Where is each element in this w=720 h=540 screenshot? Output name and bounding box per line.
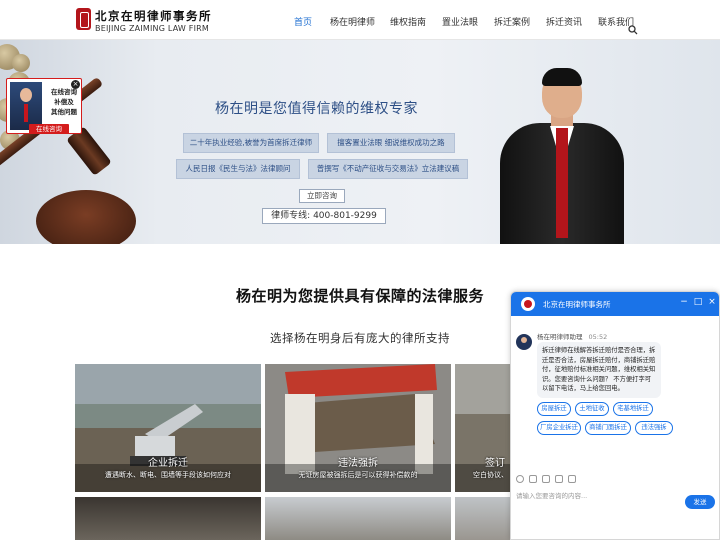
firm-logo-icon (521, 297, 535, 311)
file-icon[interactable] (542, 475, 550, 483)
service-card-illegal-demolition[interactable]: 违法强拆 无证房屋被强拆后是可以获得补偿款的 (265, 364, 451, 492)
nav-item-demolition-news[interactable]: 拆迁资讯 (546, 15, 582, 28)
agent-name: 杨在明律师助理 05:52 (537, 333, 608, 341)
nav-item-rights-guide[interactable]: 维权指南 (390, 15, 426, 28)
hero-title: 杨在明是您值得信赖的维权专家 (215, 101, 418, 117)
nav-item-property-law[interactable]: 置业法眼 (442, 15, 478, 28)
lawyer-portrait (500, 68, 624, 244)
minimize-icon[interactable]: − (679, 297, 689, 307)
service-card-desc: 遭遇断水、断电、围墙等手段该如何应对 (105, 471, 231, 479)
quick-reply-button[interactable]: 宅基地拆迁 (613, 402, 653, 416)
message-time: 05:52 (588, 333, 608, 341)
service-card-title: 签订 (485, 458, 505, 469)
site-header: 北京在明律师事务所 BEIJING ZAIMING LAW FIRM 首页 杨在… (0, 0, 720, 40)
service-card-title: 违法强拆 (338, 458, 378, 469)
image-icon[interactable] (529, 475, 537, 483)
chat-title: 北京在明律师事务所 (543, 300, 611, 309)
close-icon[interactable]: × (707, 297, 717, 307)
history-icon[interactable] (568, 475, 576, 483)
quick-reply-button[interactable]: 厂房企业拆迁 (537, 421, 581, 435)
send-button[interactable]: 发送 (685, 495, 715, 509)
agent-avatar (516, 334, 532, 350)
close-icon[interactable]: × (71, 80, 80, 89)
service-card-title: 企业拆迁 (148, 458, 188, 469)
service-card-agreement[interactable]: 签订 空白协议、 (455, 364, 515, 492)
consult-button[interactable]: 立即咨询 (299, 189, 345, 203)
chat-toolbar (516, 475, 716, 487)
service-card-row2-3[interactable] (455, 497, 515, 540)
hero-tag: 二十年执业经验,被誉为首席拆迁律师 (183, 133, 319, 153)
quick-reply-button[interactable]: 土地征收 (575, 402, 609, 416)
service-card-desc: 空白协议、 (473, 471, 508, 479)
online-consult-button[interactable]: 在线咨询 (29, 124, 69, 134)
nav-item-lawyer[interactable]: 杨在明律师 (330, 15, 375, 28)
search-icon[interactable] (628, 25, 638, 35)
hero-tag: 曾撰写《不动产征收与交易法》立法建议稿 (308, 159, 468, 179)
service-card-enterprise[interactable]: 企业拆迁 遭遇断水、断电、围墙等手段该如何应对 (75, 364, 261, 492)
service-card-row2-2[interactable] (265, 497, 451, 540)
quick-reply-button[interactable]: 商铺门面拆迁 (585, 421, 631, 435)
hotline-number: 律师专线: 400-801-9299 (262, 208, 386, 224)
hero-tag: 人民日报《民生与法》法律顾问 (176, 159, 300, 179)
lawyer-avatar (10, 82, 42, 130)
promo-text: 在线咨询 补偿及 其他问题 (51, 88, 77, 116)
chat-header: 北京在明律师事务所 − □ × (511, 292, 719, 316)
screenshot-icon[interactable] (555, 475, 563, 483)
agent-message: 拆迁律师在线解答拆迁赔付是否合理，拆迁是否合法，房屋拆迁赔付，商铺拆迁赔付，征地… (537, 342, 661, 398)
floating-consult-widget[interactable]: 在线咨询 补偿及 其他问题 在线咨询 × (6, 78, 82, 134)
chat-input[interactable]: 请输入您要咨询的内容... (516, 490, 587, 500)
chat-window: 北京在明律师事务所 − □ × 杨在明律师助理 05:52 拆迁律师在线解答拆迁赔… (510, 291, 720, 540)
service-card-row2-1[interactable] (75, 497, 261, 540)
nav-item-demolition-cases[interactable]: 拆迁案例 (494, 15, 530, 28)
emoji-icon[interactable] (516, 475, 524, 483)
main-nav: 首页 杨在明律师 维权指南 置业法眼 拆迁案例 拆迁资讯 联系我们 (0, 15, 720, 29)
maximize-icon[interactable]: □ (693, 297, 703, 307)
quick-reply-button[interactable]: 违法强拆 (635, 421, 673, 435)
quick-reply-button[interactable]: 房屋拆迁 (537, 402, 571, 416)
hero-tag: 擅客置业法眼 细说维权成功之路 (327, 133, 455, 153)
service-card-desc: 无证房屋被强拆后是可以获得补偿款的 (298, 471, 418, 479)
hero-banner: 杨在明是您值得信赖的维权专家 二十年执业经验,被誉为首席拆迁律师 擅客置业法眼 … (0, 40, 720, 244)
nav-item-home[interactable]: 首页 (294, 15, 312, 28)
gavel-block (36, 190, 136, 244)
